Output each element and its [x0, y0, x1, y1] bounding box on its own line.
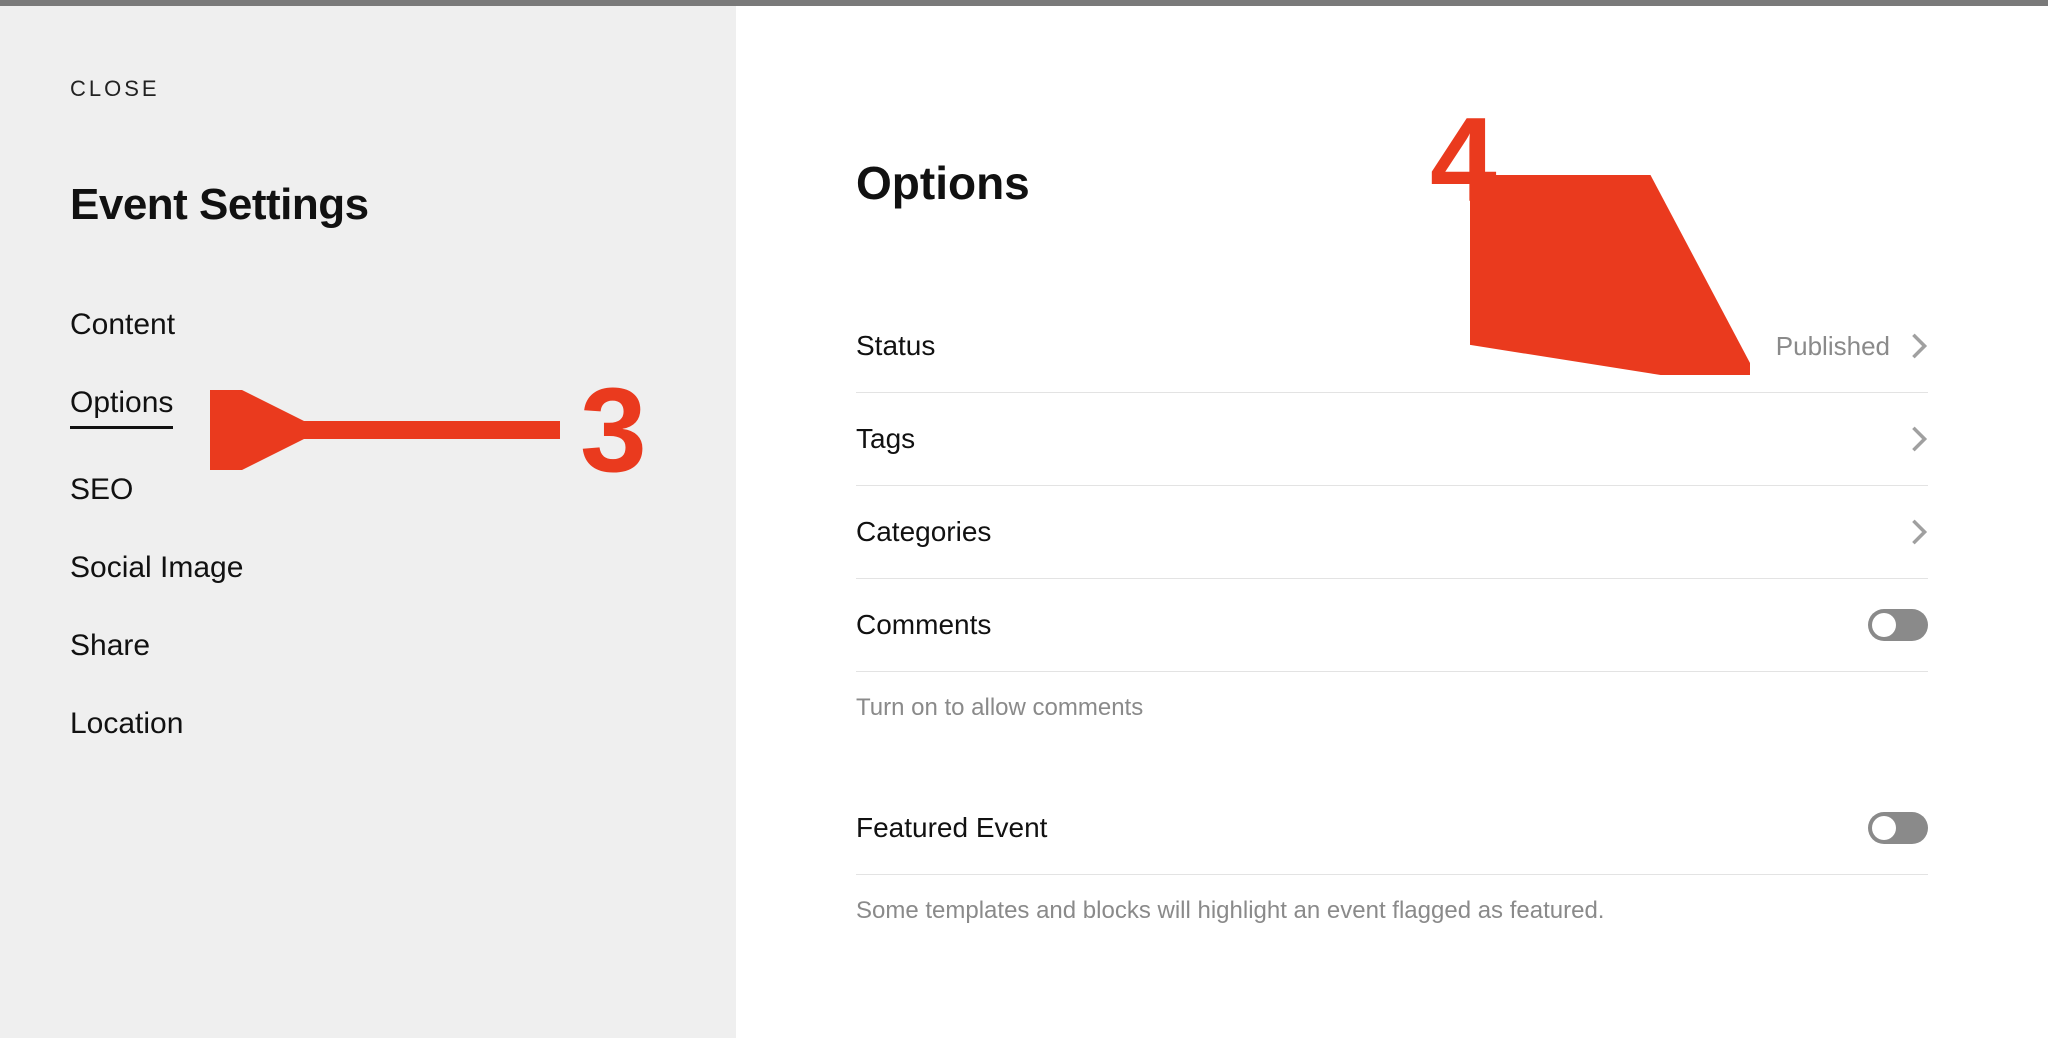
sidebar-item-options[interactable]: Options	[70, 386, 173, 429]
sidebar: CLOSE Event Settings Content Options SEO…	[0, 6, 736, 1038]
chevron-right-icon	[1910, 425, 1928, 453]
row-featured-label: Featured Event	[856, 812, 1047, 844]
sidebar-item-seo[interactable]: SEO	[70, 473, 133, 507]
sidebar-item-social-image[interactable]: Social Image	[70, 551, 243, 585]
sidebar-nav: Content Options SEO Social Image Share L…	[70, 308, 666, 785]
row-status[interactable]: Status Published	[856, 300, 1928, 393]
toggle-knob	[1872, 613, 1896, 637]
toggle-knob	[1872, 816, 1896, 840]
row-comments-label: Comments	[856, 609, 991, 641]
sidebar-item-location[interactable]: Location	[70, 707, 183, 741]
row-comments-help: Turn on to allow comments	[856, 694, 1928, 722]
sidebar-item-content[interactable]: Content	[70, 308, 175, 342]
row-status-label: Status	[856, 330, 935, 362]
main-panel: Options Status Published Tags	[736, 6, 2048, 925]
toggle-comments[interactable]	[1868, 609, 1928, 641]
row-tags-label: Tags	[856, 423, 915, 455]
chevron-right-icon	[1910, 332, 1928, 360]
main-title: Options	[856, 156, 1928, 210]
page-title: Event Settings	[70, 180, 666, 230]
row-categories-label: Categories	[856, 516, 991, 548]
toggle-featured[interactable]	[1868, 812, 1928, 844]
row-categories[interactable]: Categories	[856, 486, 1928, 579]
row-featured-help: Some templates and blocks will highlight…	[856, 897, 1928, 925]
row-tags[interactable]: Tags	[856, 393, 1928, 486]
row-comments: Comments	[856, 579, 1928, 672]
row-featured: Featured Event	[856, 782, 1928, 875]
sidebar-item-share[interactable]: Share	[70, 629, 150, 663]
row-status-value: Published	[1776, 331, 1890, 362]
chevron-right-icon	[1910, 518, 1928, 546]
close-button[interactable]: CLOSE	[70, 76, 160, 102]
